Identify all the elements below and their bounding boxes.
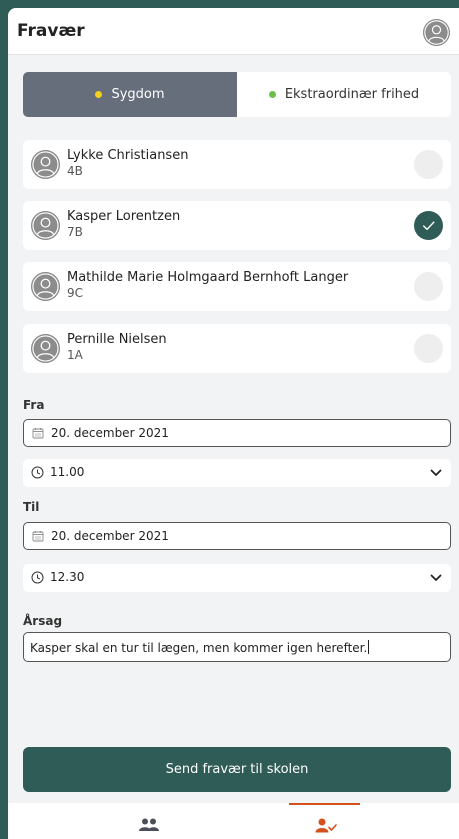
to-date-value: 20. december 2021 xyxy=(51,529,169,543)
yellow-dot-icon xyxy=(95,91,103,98)
tab-ekstraordinaer-frihed-label: Ekstraordinær frihed xyxy=(284,87,420,102)
from-date-input[interactable]: 20. december 2021 xyxy=(23,419,451,447)
student-name: Lykke Christiansen xyxy=(67,148,189,163)
from-date-value: 20. december 2021 xyxy=(51,426,169,440)
student-select-checkbox[interactable] xyxy=(414,272,443,301)
user-avatar-icon xyxy=(31,211,60,240)
student-select-checkbox[interactable] xyxy=(414,334,443,363)
user-avatar-icon xyxy=(423,19,450,46)
student-card-kasper[interactable]: Kasper Lorentzen 7B xyxy=(23,201,451,250)
student-class: 9C xyxy=(67,286,84,300)
clock-icon xyxy=(31,571,44,584)
student-card-mathilde[interactable]: Mathilde Marie Holmgaard Bernhoft Langer… xyxy=(23,262,451,311)
checkmark-icon xyxy=(422,221,435,231)
absence-type-selector: Sygdom Ekstraordinær frihed xyxy=(23,72,451,117)
app-screen: Fravær Sygdom Ekstraordinær frihed Lykke… xyxy=(8,8,459,839)
reason-text: Kasper skal en tur til lægen, men kommer… xyxy=(30,641,368,655)
to-label: Til xyxy=(23,500,40,514)
reason-label: Årsag xyxy=(23,614,63,628)
student-avatar xyxy=(31,211,60,240)
clock-icon xyxy=(31,466,44,479)
student-avatar xyxy=(31,272,60,301)
tab-absence[interactable] xyxy=(254,803,394,839)
student-avatar xyxy=(31,334,60,363)
student-class: 4B xyxy=(67,164,83,178)
text-caret xyxy=(368,640,370,654)
calendar-icon xyxy=(32,428,44,439)
from-time-select[interactable]: 11.00 xyxy=(23,459,451,487)
student-avatar xyxy=(31,150,60,179)
chevron-down-icon xyxy=(430,469,442,476)
student-name: Pernille Nielsen xyxy=(67,332,167,347)
user-avatar-icon xyxy=(31,334,60,363)
student-card-lykke[interactable]: Lykke Christiansen 4B xyxy=(23,140,451,189)
tab-sygdom-label: Sygdom xyxy=(111,87,165,102)
chevron-down-icon xyxy=(430,574,442,581)
from-label: Fra xyxy=(23,398,45,412)
student-name: Mathilde Marie Holmgaard Bernhoft Langer xyxy=(67,270,349,285)
reason-input[interactable]: Kasper skal en tur til lægen, men kommer… xyxy=(23,632,451,662)
student-class: 1A xyxy=(67,348,83,362)
student-class: 7B xyxy=(67,225,83,239)
tab-students[interactable] xyxy=(78,803,218,839)
send-absence-button[interactable]: Send fravær til skolen xyxy=(23,747,451,792)
user-avatar-icon xyxy=(31,272,60,301)
reason-value: Kasper skal en tur til lægen, men kommer… xyxy=(30,640,370,655)
to-date-input[interactable]: 20. december 2021 xyxy=(23,522,451,550)
to-time-value: 12.30 xyxy=(50,570,85,584)
student-name: Kasper Lorentzen xyxy=(67,209,181,224)
header-bar: Fravær xyxy=(8,8,459,55)
bottom-tab-bar xyxy=(8,803,459,839)
student-select-checkbox[interactable] xyxy=(414,211,443,240)
user-check-icon xyxy=(315,818,337,833)
page-title: Fravær xyxy=(17,21,85,41)
to-time-select[interactable]: 12.30 xyxy=(23,564,451,592)
student-select-checkbox[interactable] xyxy=(414,150,443,179)
calendar-icon xyxy=(32,531,44,542)
user-avatar-icon xyxy=(31,150,60,179)
users-icon xyxy=(139,818,159,831)
profile-avatar[interactable] xyxy=(423,19,450,46)
tab-sygdom[interactable]: Sygdom xyxy=(23,72,237,117)
tab-ekstraordinaer-frihed[interactable]: Ekstraordinær frihed xyxy=(237,72,451,117)
from-time-value: 11.00 xyxy=(50,465,85,479)
student-card-pernille[interactable]: Pernille Nielsen 1A xyxy=(23,324,451,373)
green-dot-icon xyxy=(268,91,276,98)
